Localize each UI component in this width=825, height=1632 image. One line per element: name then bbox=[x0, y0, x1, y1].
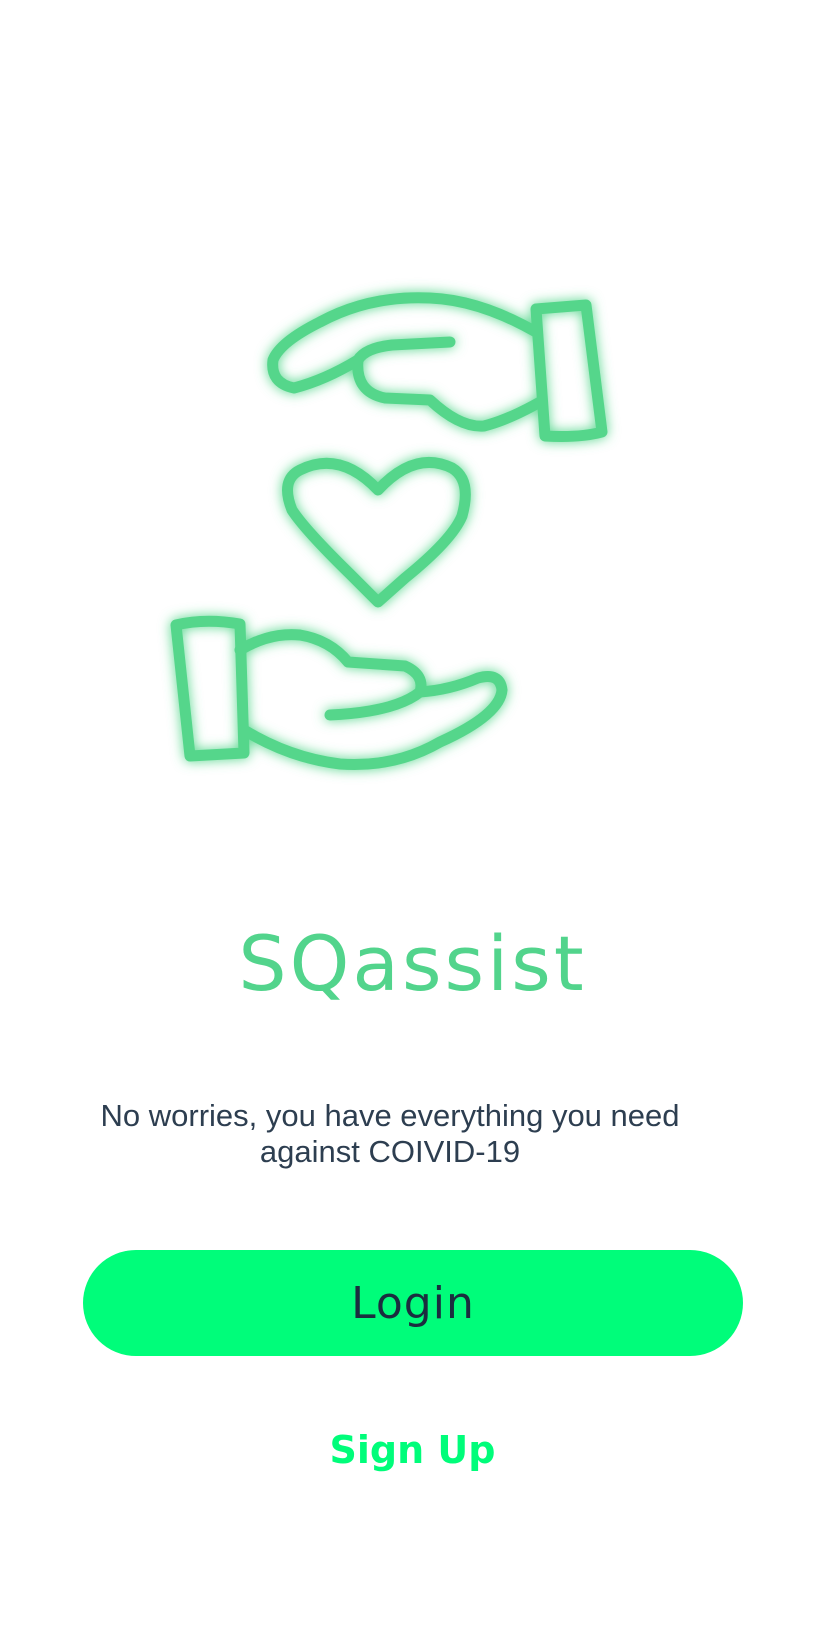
top-hand-palm-icon bbox=[267, 292, 546, 432]
hands-heart-illustration bbox=[0, 0, 825, 820]
app-title: SQassist bbox=[238, 919, 587, 1008]
login-button[interactable]: Login bbox=[83, 1250, 743, 1356]
top-hand-cuff-icon bbox=[530, 299, 608, 442]
bottom-hand-palm-icon bbox=[234, 629, 508, 770]
top-hand-thumb-icon bbox=[352, 336, 456, 366]
login-button-label: Login bbox=[351, 1277, 475, 1329]
sign-up-link[interactable]: Sign Up bbox=[0, 1428, 825, 1472]
bottom-hand-cuff-icon bbox=[170, 615, 250, 762]
tagline-text: No worries, you have everything you need… bbox=[100, 1098, 680, 1169]
heart-icon bbox=[282, 456, 471, 608]
hands-holding-heart-icon bbox=[170, 292, 608, 770]
